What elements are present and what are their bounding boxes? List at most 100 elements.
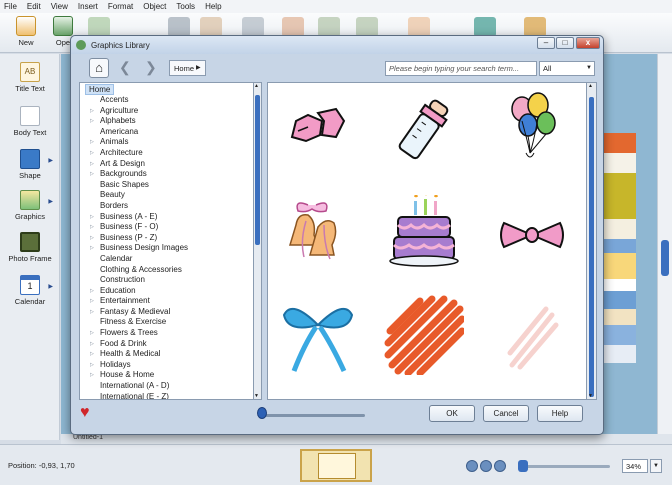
thumbnail-size-slider-handle[interactable]: [257, 407, 267, 419]
cancel-button[interactable]: Cancel: [483, 405, 529, 422]
save-icon[interactable]: [88, 17, 110, 37]
tree-item[interactable]: Beauty: [80, 190, 253, 201]
calendar-button[interactable]: 1 Calendar ▶: [0, 275, 60, 306]
new-button[interactable]: New: [9, 16, 43, 47]
zoom-slider[interactable]: [520, 465, 610, 468]
scroll-down-icon[interactable]: ▼: [254, 393, 259, 399]
tree-item[interactable]: ▷ Flowers & Trees: [80, 328, 253, 339]
tree-item[interactable]: ▷ Health & Medical: [80, 349, 253, 360]
gallery-scrollbar[interactable]: ▲ ▼: [587, 82, 597, 400]
tree-item[interactable]: ▷ Agriculture: [80, 106, 253, 117]
expand-arrow-icon[interactable]: ▷: [90, 243, 94, 254]
expand-arrow-icon[interactable]: ▷: [90, 349, 94, 360]
tree-item[interactable]: ▷ Business (F - O): [80, 222, 253, 233]
menu-file[interactable]: File: [4, 2, 17, 11]
tree-item[interactable]: ▷ Backgrounds: [80, 169, 253, 180]
menu-format[interactable]: Format: [108, 2, 133, 11]
expand-arrow-icon[interactable]: ▷: [90, 106, 94, 117]
menu-object[interactable]: Object: [143, 2, 166, 11]
category-filter-select[interactable]: All ▼: [539, 61, 595, 76]
group-icon[interactable]: [282, 17, 304, 37]
back-arrow-icon[interactable]: ❮: [119, 59, 131, 76]
tree-item[interactable]: Borders: [80, 201, 253, 212]
menu-view[interactable]: View: [51, 2, 68, 11]
scroll-up-icon[interactable]: ▲: [254, 83, 259, 89]
menu-insert[interactable]: Insert: [78, 2, 98, 11]
pink-scribble-graphic[interactable]: [492, 295, 572, 375]
photo-frame-button[interactable]: Photo Frame: [0, 232, 60, 263]
minimize-button[interactable]: –: [537, 37, 555, 49]
expand-arrow-icon[interactable]: ▷: [90, 370, 94, 381]
wizard-icon[interactable]: [524, 17, 546, 37]
expand-arrow-icon[interactable]: ▷: [90, 137, 94, 148]
balloons-graphic[interactable]: [492, 91, 572, 171]
tree-item[interactable]: ▷ Entertainment: [80, 296, 253, 307]
tree-item[interactable]: Americana: [80, 127, 253, 138]
expand-arrow-icon[interactable]: ▷: [90, 360, 94, 371]
tree-scrollbar[interactable]: ▲ ▼: [254, 82, 262, 400]
close-button[interactable]: x: [576, 37, 600, 49]
tree-item[interactable]: Fitness & Exercise: [80, 317, 253, 328]
expand-arrow-icon[interactable]: ▷: [90, 116, 94, 127]
tree-item[interactable]: ▷ Art & Design: [80, 159, 253, 170]
scrollbar-thumb[interactable]: [589, 97, 594, 397]
scrollbar-thumb[interactable]: [255, 95, 260, 245]
tree-item[interactable]: Calendar: [80, 254, 253, 265]
birthday-cake-graphic[interactable]: [384, 195, 464, 275]
zoom-slider-handle[interactable]: [518, 460, 528, 472]
color-scheme-icon[interactable]: [408, 17, 430, 37]
scroll-up-icon[interactable]: ▲: [588, 83, 593, 89]
shape-button[interactable]: Shape ▶: [0, 149, 60, 180]
maximize-button[interactable]: □: [556, 37, 574, 49]
layout-icon[interactable]: [474, 17, 496, 37]
tree-item[interactable]: International (A - D): [80, 381, 253, 392]
expand-arrow-icon[interactable]: ▷: [90, 307, 94, 318]
tree-item[interactable]: ▷ Business (A - E): [80, 212, 253, 223]
expand-arrow-icon[interactable]: ▷: [90, 148, 94, 159]
graphics-button[interactable]: Graphics ▶: [0, 190, 60, 221]
expand-arrow-icon[interactable]: ▷: [90, 222, 94, 233]
tree-root-home[interactable]: Home: [85, 84, 115, 95]
print-icon[interactable]: [168, 17, 190, 37]
scroll-down-icon[interactable]: ▼: [588, 393, 593, 399]
tree-item[interactable]: International (E - Z): [80, 392, 253, 399]
forward-arrow-icon[interactable]: ❯: [145, 59, 157, 76]
menu-edit[interactable]: Edit: [27, 2, 41, 11]
workspace-vertical-scrollbar[interactable]: [657, 54, 672, 440]
body-text-button[interactable]: Body Text: [0, 106, 60, 137]
zoom-fit-icon[interactable]: [466, 460, 478, 472]
tree-item[interactable]: ▷ Fantasy & Medieval: [80, 307, 253, 318]
expand-arrow-icon[interactable]: ▷: [90, 339, 94, 350]
document-tab[interactable]: Untitled-1: [73, 434, 103, 441]
search-input[interactable]: Please begin typing your search term...: [385, 61, 537, 76]
tree-item[interactable]: Basic Shapes: [80, 180, 253, 191]
menu-help[interactable]: Help: [205, 2, 221, 11]
align-icon[interactable]: [242, 17, 264, 37]
orange-scribble-graphic[interactable]: [384, 295, 464, 375]
zoom-page-icon[interactable]: [480, 460, 492, 472]
baby-booties-graphic[interactable]: [278, 91, 358, 171]
wedding-bells-graphic[interactable]: [278, 195, 358, 275]
tree-item[interactable]: ▷ Alphabets: [80, 116, 253, 127]
tree-item[interactable]: Clothing & Accessories: [80, 265, 253, 276]
expand-arrow-icon[interactable]: ▷: [90, 296, 94, 307]
help-button[interactable]: Help: [537, 405, 583, 422]
tree-item[interactable]: ▷ Education: [80, 286, 253, 297]
baby-bottle-graphic[interactable]: [384, 91, 464, 171]
ok-button[interactable]: OK: [429, 405, 475, 422]
dialog-title-bar[interactable]: Graphics Library – □ x: [71, 36, 603, 54]
chevron-down-icon[interactable]: ▼: [650, 459, 662, 473]
title-text-button[interactable]: AB Title Text: [0, 62, 60, 93]
pink-bow-graphic[interactable]: [492, 195, 572, 275]
tree-item[interactable]: ▷ Food & Drink: [80, 339, 253, 350]
paint-icon[interactable]: [200, 17, 222, 37]
tree-item[interactable]: ▷ Architecture: [80, 148, 253, 159]
expand-arrow-icon[interactable]: ▷: [90, 286, 94, 297]
arrange-icon[interactable]: [318, 17, 340, 37]
tree-item[interactable]: Accents: [80, 95, 253, 106]
tree-item[interactable]: Construction: [80, 275, 253, 286]
tree-item[interactable]: ▷ House & Home: [80, 370, 253, 381]
expand-arrow-icon[interactable]: ▷: [90, 212, 94, 223]
expand-arrow-icon[interactable]: ▷: [90, 169, 94, 180]
tree-item[interactable]: ▷ Business (P - Z): [80, 233, 253, 244]
